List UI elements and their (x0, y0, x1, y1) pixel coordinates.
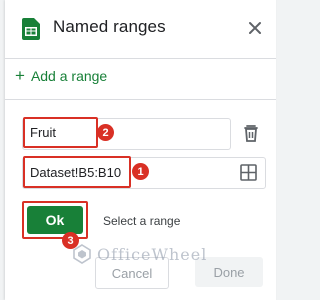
annotation-badge-2: 2 (97, 124, 114, 141)
header-divider (5, 58, 276, 59)
close-icon[interactable] (246, 19, 264, 37)
trash-icon[interactable] (240, 122, 262, 144)
grid-icon[interactable] (240, 164, 257, 181)
plus-icon: + (15, 66, 25, 85)
named-ranges-panel: Named ranges + Add a range Fruit 2 Datas… (5, 0, 276, 300)
add-range-button[interactable]: + Add a range (15, 67, 107, 85)
annotation-badge-3: 3 (62, 232, 79, 249)
ok-button[interactable]: Ok (27, 206, 83, 234)
annotation-badge-1: 1 (132, 163, 149, 180)
panel-title: Named ranges (53, 17, 166, 36)
cancel-button[interactable]: Cancel (95, 257, 169, 289)
select-range-label: Select a range (103, 214, 181, 228)
range-name-value[interactable]: Fruit (30, 125, 56, 140)
done-button[interactable]: Done (195, 257, 263, 287)
panel-header: Named ranges (5, 0, 276, 58)
add-range-label: Add a range (30, 68, 108, 84)
range-reference-value[interactable]: Dataset!B5:B10 (30, 165, 121, 180)
google-sheets-icon (22, 18, 40, 40)
add-range-divider (5, 99, 276, 100)
